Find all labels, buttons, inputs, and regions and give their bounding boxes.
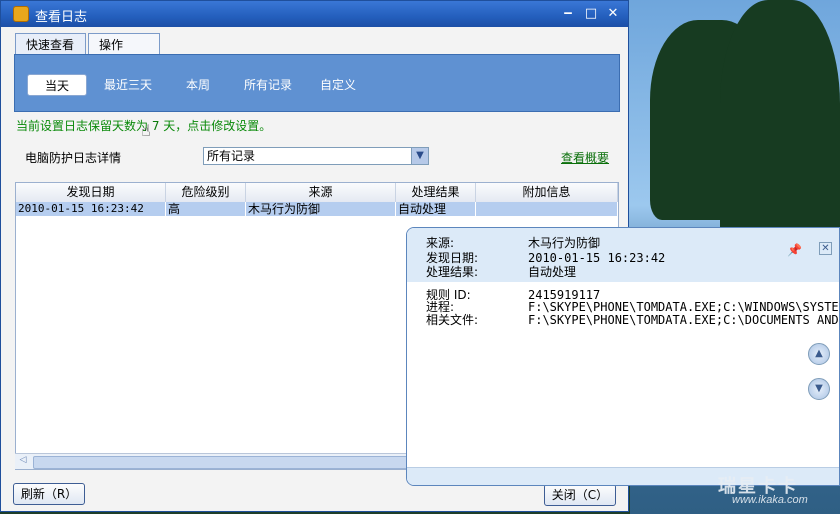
related-file-label: 相关文件: <box>426 313 479 327</box>
close-button[interactable]: 关闭（C） <box>544 484 616 506</box>
cell-date: 2010-01-15 16:23:42 <box>16 202 166 216</box>
window-title: 查看日志 <box>35 10 88 25</box>
scroll-left-icon[interactable]: ◁ <box>17 455 29 468</box>
scroll-down-icon[interactable]: ▼ <box>808 378 830 400</box>
result-value: 自动处理 <box>528 265 577 279</box>
hint-text-before: 当前设置日志保留天数为 <box>16 119 152 133</box>
watermark-url: www.ikaka.com <box>732 494 808 506</box>
related-file-value: F:\SKYPE\PHONE\TOMDATA.EXE;C:\DOCUMENTS … <box>528 313 839 327</box>
column-header[interactable]: 附加信息 <box>476 183 618 202</box>
date-label: 发现日期: <box>426 251 479 265</box>
close-window-button[interactable]: ✕ <box>605 7 621 21</box>
tab-operations[interactable]: 操作 <box>88 33 160 55</box>
filter-today[interactable]: 当天 <box>27 74 87 96</box>
filter-last-three-days[interactable]: 最近三天 <box>104 74 152 96</box>
cell-risk-level: 高 <box>166 202 246 216</box>
minimize-button[interactable]: ‒ <box>560 7 576 21</box>
close-icon[interactable]: ✕ <box>819 242 832 255</box>
column-header[interactable]: 来源 <box>246 183 396 202</box>
tree-image <box>720 0 840 260</box>
scroll-up-icon[interactable]: ▲ <box>808 343 830 365</box>
process-value: F:\SKYPE\PHONE\TOMDATA.EXE;C:\WINDOWS\SY… <box>528 300 840 314</box>
result-label: 处理结果: <box>426 265 479 279</box>
maximize-button[interactable]: □ <box>583 7 599 21</box>
site-watermark: 瑞星卡卡 www.ikaka.com <box>708 472 838 512</box>
scrollbar-thumb[interactable] <box>33 456 415 469</box>
detail-section-label: 电脑防护日志详情 <box>25 151 122 165</box>
pin-icon[interactable]: 📌 <box>787 243 803 257</box>
column-header[interactable]: 发现日期 <box>16 183 166 202</box>
column-header[interactable]: 危险级别 <box>166 183 246 202</box>
chevron-down-icon[interactable]: ▼ <box>411 148 428 164</box>
refresh-button[interactable]: 刷新（R） <box>13 483 85 505</box>
table-row[interactable]: 2010-01-15 16:23:42 高 木马行为防御 自动处理 <box>16 202 618 216</box>
record-filter-value: 所有记录 <box>207 149 256 163</box>
cell-result: 自动处理 <box>396 202 476 216</box>
hand-cursor-icon: ☝ <box>141 121 151 140</box>
record-filter-select[interactable]: 所有记录 ▼ <box>203 147 429 165</box>
quick-filter-panel: 当天 最近三天 本周 所有记录 自定义 <box>14 54 620 112</box>
cell-extra-info <box>476 202 618 216</box>
hint-text-after: 天，点击修改设置。 <box>159 119 272 133</box>
table-header: 发现日期 危险级别 来源 处理结果 附加信息 <box>16 183 618 203</box>
cell-source: 木马行为防御 <box>246 202 396 216</box>
source-label: 来源: <box>426 236 455 250</box>
source-value: 木马行为防御 <box>528 236 601 250</box>
view-summary-link[interactable]: 查看概要 <box>561 149 609 166</box>
filter-this-week[interactable]: 本周 <box>186 74 210 96</box>
process-label: 进程: <box>426 300 455 314</box>
filter-custom[interactable]: 自定义 <box>320 74 356 96</box>
tab-quick-view[interactable]: 快速查看 <box>15 33 86 55</box>
title-bar[interactable]: 查看日志 ‒ □ ✕ <box>1 1 628 27</box>
date-value: 2010-01-15 16:23:42 <box>528 251 666 265</box>
column-header[interactable]: 处理结果 <box>396 183 476 202</box>
app-icon <box>13 6 29 22</box>
log-detail-popup: 来源: 木马行为防御 发现日期: 2010-01-15 16:23:42 处理结… <box>406 227 840 486</box>
filter-all-records[interactable]: 所有记录 <box>244 74 292 96</box>
